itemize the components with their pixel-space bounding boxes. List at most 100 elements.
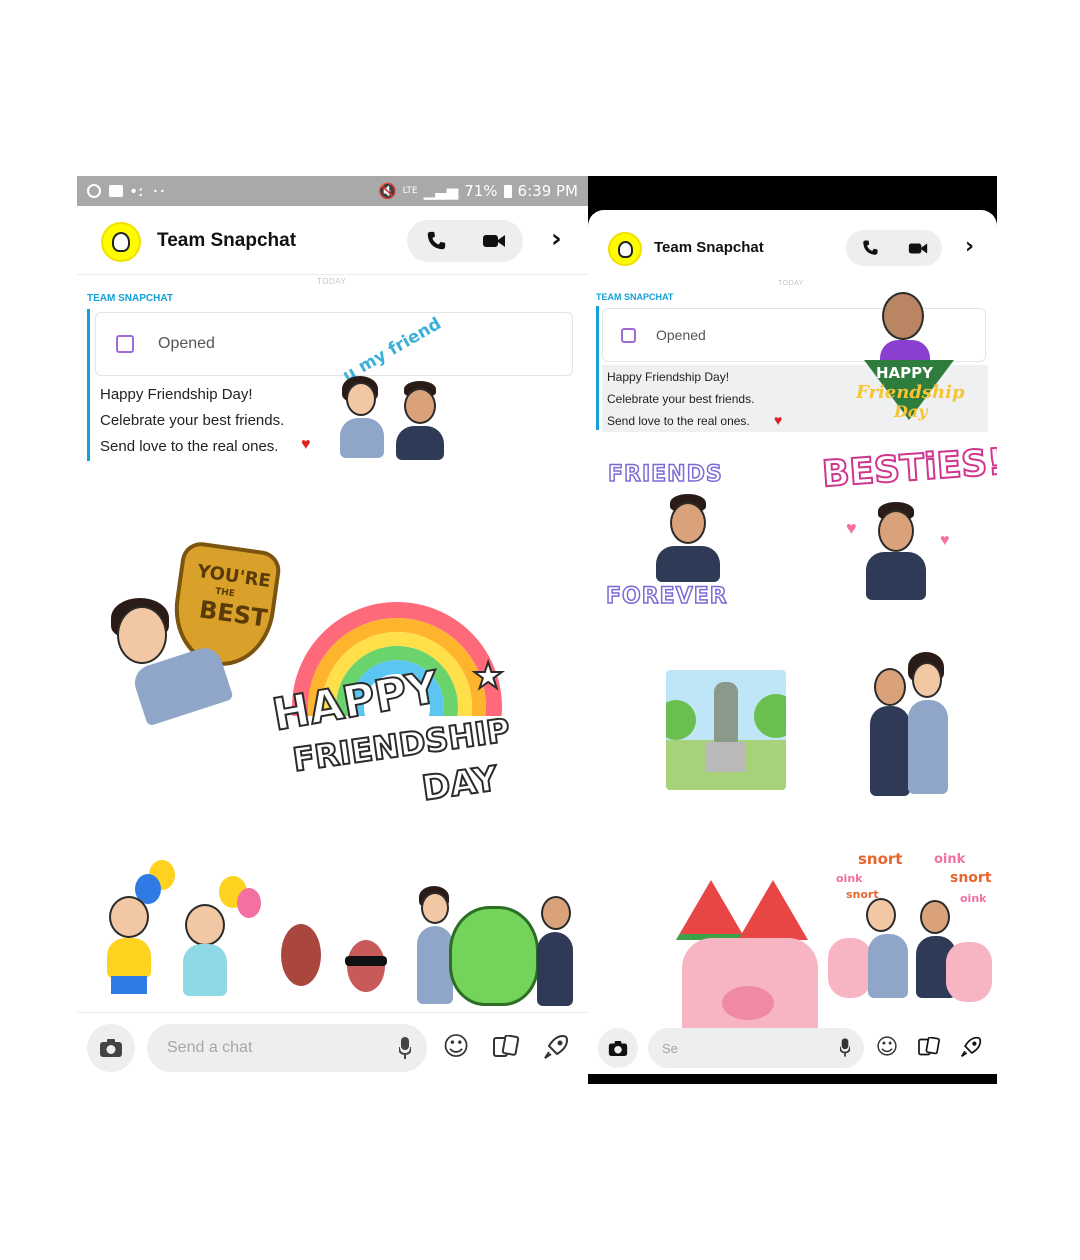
heart-icon: ♥: [940, 532, 950, 549]
bitmoji-face-boy: [878, 510, 914, 552]
sticker-text-snort-1: snort: [858, 850, 903, 868]
sticker-happy-friendship-day[interactable]: HAPPY FRIENDSHIP DAY ★: [262, 596, 542, 816]
sticker-besties[interactable]: BESTiES! ♥ ♥: [820, 441, 997, 608]
bitmoji-body: [417, 926, 453, 1004]
frog-icon: [449, 906, 539, 1006]
sticker-beans[interactable]: [267, 916, 407, 1026]
opened-checkbox-icon: [116, 335, 134, 353]
opened-label: Opened: [158, 335, 215, 352]
bean-icon: [281, 924, 321, 986]
bitmoji-face-girl: [421, 892, 449, 924]
sticker-youre-the-best[interactable]: YOU'RE THE BEST: [107, 539, 283, 727]
heart-icon: ♥: [846, 518, 857, 538]
sticker-text-snort-2: snort: [950, 870, 992, 886]
bitmoji-face-boy: [920, 900, 950, 934]
bitmoji-face-boy: [874, 668, 906, 706]
sticker-text-forever: FOREVER: [605, 583, 728, 610]
chevron-right-icon[interactable]: ›: [965, 234, 974, 259]
smiley-icon[interactable]: ☺: [441, 1032, 471, 1062]
bitmoji-face-boy: [404, 388, 436, 424]
left-screenshot: •: ·· 🔇 LTE ▁▃▅ 71% 6:39 PM Team Snapcha…: [77, 176, 588, 1082]
sticker-friends-forever[interactable]: FRIENDS FOREVER: [604, 461, 776, 620]
chat-header: Team Snapchat ›: [588, 224, 997, 272]
more-dots-icon: ··: [153, 182, 168, 200]
ghost-icon: [617, 240, 633, 258]
ghost-icon: [112, 232, 130, 252]
sender-name: TEAM SNAPCHAT: [87, 293, 173, 304]
sticker-text-oink-2: oink: [836, 872, 863, 885]
chat-title[interactable]: Team Snapchat: [157, 230, 296, 252]
camera-button[interactable]: [87, 1024, 135, 1072]
right-screenshot: Team Snapchat › TODAY TEAM SNAPCHAT Open…: [588, 176, 997, 1084]
sticker-text-happy: HAPPY: [876, 364, 934, 382]
bitmoji-body: [866, 552, 926, 600]
mute-icon: 🔇: [377, 182, 397, 200]
watermelon-icon: [676, 880, 746, 940]
video-call-icon[interactable]: [908, 241, 928, 256]
bitmoji-face-girl: [912, 662, 942, 698]
rocket-icon[interactable]: [541, 1032, 571, 1062]
balloon-icon: [237, 888, 261, 918]
date-separator: TODAY: [317, 277, 347, 286]
sticker-text-oink-3: oink: [960, 892, 987, 905]
sticker-frog-friends[interactable]: [417, 876, 577, 1011]
pig-icon: [828, 938, 872, 998]
bitmoji-body: [396, 426, 444, 460]
video-call-icon[interactable]: [482, 232, 506, 250]
sticker-statue-park[interactable]: [666, 670, 786, 790]
pig-snout: [722, 986, 774, 1020]
call-pill: [407, 220, 523, 262]
sticker-oink-snort[interactable]: snort oink oink snort snort oink: [828, 850, 994, 1010]
bitmoji-face-girl: [346, 382, 376, 416]
right-app-surface: Team Snapchat › TODAY TEAM SNAPCHAT Open…: [588, 210, 997, 1074]
cards-icon[interactable]: [491, 1032, 521, 1062]
kid-boy-face: [109, 896, 149, 938]
sticker-couple[interactable]: [864, 648, 964, 798]
sticker-happy-friendship-day[interactable]: HAPPY Friendship Day: [850, 292, 972, 432]
message-line-1: Happy Friendship Day!: [607, 370, 730, 384]
message-line-1: Happy Friendship Day!: [100, 386, 253, 403]
rocket-icon[interactable]: [958, 1034, 984, 1060]
microphone-icon[interactable]: [839, 1038, 851, 1060]
sender-name: TEAM SNAPCHAT: [596, 292, 674, 302]
sticker-u-my-friend[interactable]: u my friend: [332, 314, 462, 461]
kid-boy-body: [107, 938, 151, 978]
message-accent-bar: [596, 306, 599, 430]
camera-icon: [100, 1039, 122, 1057]
camera-icon: [608, 1040, 628, 1056]
bitmoji-body: [870, 706, 910, 796]
bitmoji-face-boy: [670, 502, 706, 544]
sticker-text-besties: BESTiES!: [820, 441, 997, 497]
statue-icon: [714, 682, 738, 742]
star-icon: ★: [471, 655, 505, 698]
chat-title[interactable]: Team Snapchat: [654, 239, 764, 256]
avatar[interactable]: [101, 222, 141, 262]
bitmoji-body: [868, 934, 908, 998]
heart-icon: ♥: [774, 412, 783, 428]
bitmoji-face-girl: [117, 606, 167, 664]
message-line-3: Send love to the real ones.: [100, 438, 279, 455]
chat-input[interactable]: Se: [648, 1028, 864, 1068]
phone-icon[interactable]: [861, 239, 879, 257]
heart-icon: ♥: [301, 436, 311, 453]
sticker-text-friends: FRIENDS: [607, 461, 723, 488]
bitmoji-face-boy: [541, 896, 571, 930]
camera-button[interactable]: [598, 1028, 638, 1068]
call-pill: [846, 230, 942, 266]
cards-icon[interactable]: [916, 1034, 942, 1060]
smiley-icon[interactable]: ☺: [874, 1034, 900, 1060]
watermelon-icon: [738, 880, 808, 940]
whatsapp-icon: [87, 184, 101, 198]
bean-icon: [347, 940, 385, 992]
microphone-icon[interactable]: [398, 1037, 412, 1064]
divider: [77, 1012, 588, 1013]
sticker-kids-balloons[interactable]: [89, 856, 269, 1006]
avatar[interactable]: [608, 232, 642, 266]
phone-icon[interactable]: [425, 230, 447, 252]
kid-girl-body: [183, 944, 227, 996]
sticker-text-friendship: Friendship: [856, 382, 965, 403]
chevron-right-icon[interactable]: ›: [551, 224, 562, 254]
chat-input[interactable]: Send a chat: [147, 1024, 427, 1072]
signal-icon: ▁▃▅: [423, 182, 459, 200]
sunglasses-icon: [345, 956, 387, 966]
